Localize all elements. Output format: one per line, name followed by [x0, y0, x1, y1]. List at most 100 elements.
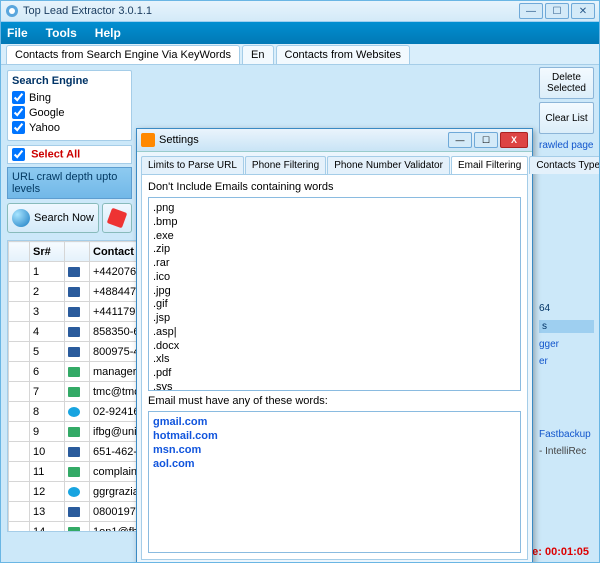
main-tabs: Contacts from Search Engine Via KeyWords…: [1, 44, 599, 65]
row-gutter: [9, 402, 30, 422]
app-window: Top Lead Extractor 3.0.1.1 — ☐ ✕ File To…: [0, 0, 600, 563]
col-blank: [9, 242, 30, 262]
must-have-textarea[interactable]: gmail.comhotmail.commsn.comaol.com: [148, 411, 521, 553]
settings-maximize-button[interactable]: ☐: [474, 132, 498, 148]
search-now-button[interactable]: Search Now: [7, 203, 99, 233]
contact-type-icon: [68, 407, 80, 417]
tab-phone-filtering[interactable]: Phone Filtering: [245, 156, 326, 174]
contact-type-icon: [68, 527, 80, 532]
row-type-icon: [65, 322, 90, 342]
select-all-checkbox[interactable]: [12, 148, 25, 161]
row-sr: 11: [30, 462, 65, 482]
exclude-label: Don't Include Emails containing words: [148, 181, 521, 193]
row-type-icon: [65, 442, 90, 462]
col-icon: [65, 242, 90, 262]
row-gutter: [9, 442, 30, 462]
contact-type-icon: [68, 287, 80, 297]
row-sr: 13: [30, 502, 65, 522]
s-header: s: [539, 320, 594, 333]
settings-button[interactable]: [102, 203, 132, 233]
window-controls: — ☐ ✕: [519, 3, 595, 19]
row-gutter: [9, 342, 30, 362]
tab-contacts-websites[interactable]: Contacts from Websites: [276, 45, 411, 64]
row-gutter: [9, 462, 30, 482]
app-icon: [5, 4, 19, 18]
tab-en[interactable]: En: [242, 45, 273, 64]
minimize-button[interactable]: —: [519, 3, 543, 19]
engine-google-checkbox[interactable]: [12, 106, 25, 119]
row-sr: 5: [30, 342, 65, 362]
row-sr: 4: [30, 322, 65, 342]
row-gutter: [9, 482, 30, 502]
row-gutter: [9, 322, 30, 342]
select-all[interactable]: Select All: [7, 145, 132, 164]
contact-type-icon: [68, 507, 80, 517]
contact-type-icon: [68, 427, 80, 437]
settings-icon: [141, 133, 155, 147]
row-type-icon: [65, 362, 90, 382]
row-sr: 2: [30, 282, 65, 302]
row-type-icon: [65, 522, 90, 533]
row-gutter: [9, 282, 30, 302]
contact-type-icon: [68, 267, 80, 277]
settings-title: Settings: [159, 134, 448, 146]
engine-yahoo[interactable]: Yahoo: [12, 121, 127, 134]
engine-yahoo-checkbox[interactable]: [12, 121, 25, 134]
engine-bing-checkbox[interactable]: [12, 91, 25, 104]
col-sr[interactable]: Sr#: [30, 242, 65, 262]
link-r[interactable]: er: [539, 356, 594, 367]
crawl-depth-label: URL crawl depth upto levels: [7, 167, 132, 199]
contact-type-icon: [68, 447, 80, 457]
tab-phone-validator[interactable]: Phone Number Validator: [327, 156, 450, 174]
row-type-icon: [65, 462, 90, 482]
row-sr: 9: [30, 422, 65, 442]
row-type-icon: [65, 342, 90, 362]
row-sr: 7: [30, 382, 65, 402]
row-type-icon: [65, 302, 90, 322]
link-intellirec: - IntelliRec: [539, 446, 594, 457]
row-type-icon: [65, 262, 90, 282]
engine-bing[interactable]: Bing: [12, 91, 127, 104]
menu-help[interactable]: Help: [95, 26, 121, 40]
search-engine-panel: Search Engine Bing Google Yahoo: [7, 70, 132, 141]
row-type-icon: [65, 482, 90, 502]
row-type-icon: [65, 282, 90, 302]
engine-google[interactable]: Google: [12, 106, 127, 119]
contact-type-icon: [68, 327, 80, 337]
link-gger[interactable]: gger: [539, 339, 594, 350]
maximize-button[interactable]: ☐: [545, 3, 569, 19]
main-body: Search Engine Bing Google Yahoo Select A…: [1, 65, 599, 562]
tab-limits[interactable]: Limits to Parse URL: [141, 156, 244, 174]
row-sr: 14: [30, 522, 65, 533]
row-type-icon: [65, 382, 90, 402]
contact-type-icon: [68, 367, 80, 377]
crawled-pages-label[interactable]: rawled page: [539, 140, 594, 151]
right-sidebar: Delete Selected Clear List rawled page 6…: [539, 67, 594, 463]
row-gutter: [9, 262, 30, 282]
settings-tabs: Limits to Parse URL Phone Filtering Phon…: [141, 156, 528, 175]
menu-file[interactable]: File: [7, 26, 28, 40]
row-sr: 1: [30, 262, 65, 282]
tab-email-filtering[interactable]: Email Filtering: [451, 156, 528, 174]
settings-minimize-button[interactable]: —: [448, 132, 472, 148]
delete-selected-button[interactable]: Delete Selected: [539, 67, 594, 99]
app-title: Top Lead Extractor 3.0.1.1: [23, 5, 519, 17]
row-gutter: [9, 522, 30, 533]
clear-list-button[interactable]: Clear List: [539, 102, 594, 134]
row-type-icon: [65, 402, 90, 422]
row-sr: 3: [30, 302, 65, 322]
contact-type-icon: [68, 487, 80, 497]
row-gutter: [9, 382, 30, 402]
row-gutter: [9, 502, 30, 522]
wrench-icon: [107, 208, 128, 229]
close-button[interactable]: ✕: [571, 3, 595, 19]
settings-close-button[interactable]: X: [500, 132, 528, 148]
tab-contacts-search[interactable]: Contacts from Search Engine Via KeyWords: [6, 45, 240, 64]
exclude-words-textarea[interactable]: .png.bmp.exe.zip.rar.ico.jpg.gif.jsp.asp…: [148, 197, 521, 391]
link-fastbackup[interactable]: Fastbackup: [539, 429, 594, 440]
menu-tools[interactable]: Tools: [46, 26, 77, 40]
tab-contacts-types[interactable]: Contacts Types: [529, 156, 600, 174]
contact-type-icon: [68, 347, 80, 357]
elapsed-value: 00:01:05: [545, 546, 589, 558]
settings-titlebar: Settings — ☐ X: [137, 129, 532, 152]
